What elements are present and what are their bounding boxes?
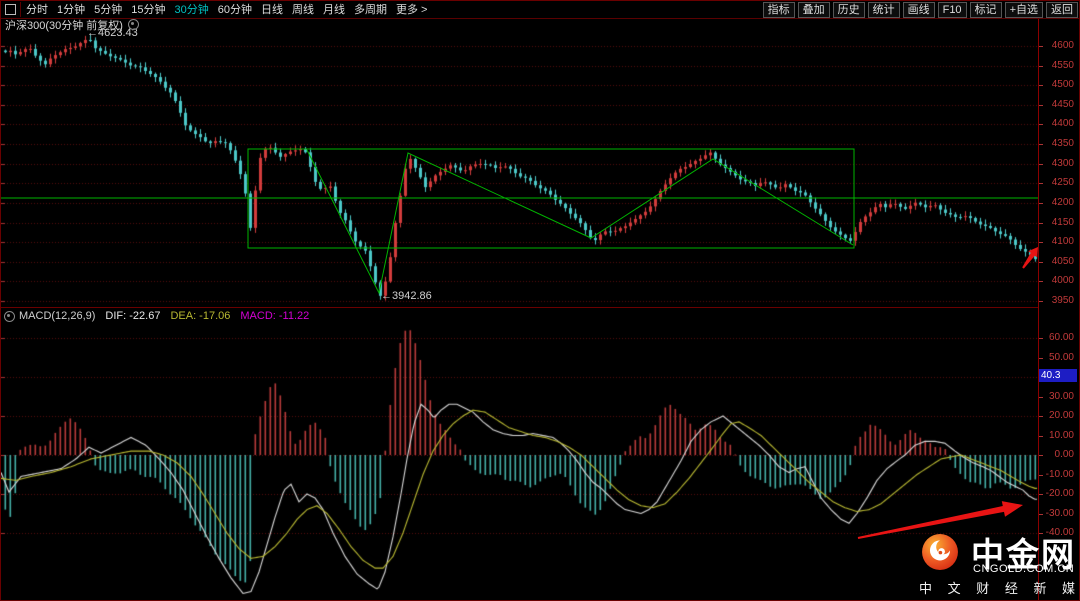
macd-header: MACD(12,26,9) DIF: -22.67 DEA: -17.06 MA… — [1, 307, 1038, 324]
axis-tick — [1039, 223, 1043, 224]
toolbar-period-tabs: 分时 1分钟 5分钟 15分钟 30分钟 60分钟日线周线月线多周期更多 > — [26, 2, 436, 18]
trading-app-window: 分时 1分钟 5分钟 15分钟 30分钟 60分钟日线周线月线多周期更多 > 指标叠加历史… — [0, 0, 1080, 601]
toolbar-separator — [20, 2, 21, 17]
period-tab-10[interactable]: 更多 > — [396, 2, 427, 18]
candle-axis-label: 4000 — [1038, 275, 1074, 286]
chart-title: 沪深300(30分钟 前复权) — [5, 17, 123, 33]
dif-value: DIF: -22.67 — [105, 310, 160, 322]
axis-tick — [1039, 475, 1043, 476]
axis-tick — [1039, 242, 1043, 243]
period-tab-8[interactable]: 月线 — [323, 2, 345, 18]
macd-value: MACD: -11.22 — [240, 310, 309, 322]
macd-axis-label: 50.00 — [1038, 352, 1074, 363]
axis-tick — [1039, 124, 1043, 125]
axis-tick — [1039, 281, 1043, 282]
axis-tick — [1039, 164, 1043, 165]
brand-logo-icon — [921, 533, 959, 571]
axis-tick — [1039, 85, 1043, 86]
axis-tick — [1039, 144, 1043, 145]
candle-axis-label: 4050 — [1038, 256, 1074, 267]
axis-tick — [1039, 203, 1043, 204]
brand-slogan: 中 文 财 经 新 媒 体 — [919, 578, 1080, 597]
axis-tick — [1039, 183, 1043, 184]
tool-button-1[interactable]: 叠加 — [798, 2, 830, 18]
title-collapse-icon[interactable] — [128, 19, 139, 30]
macd-axis-label: 60.00 — [1038, 332, 1074, 343]
axis-tick — [1039, 514, 1043, 515]
macd-axis-label: 0.00 — [1038, 449, 1074, 460]
tool-button-6[interactable]: 标记 — [970, 2, 1002, 18]
candle-axis-label: 4400 — [1038, 118, 1074, 129]
period-tab-6[interactable]: 日线 — [261, 2, 283, 18]
candle-axis-label: 4200 — [1038, 197, 1074, 208]
tool-button-4[interactable]: 画线 — [903, 2, 935, 18]
candle-axis-label: 3950 — [1038, 295, 1074, 306]
tool-button-8[interactable]: 返回 — [1046, 2, 1078, 18]
indicator-name: MACD(12,26,9) — [19, 310, 95, 322]
candle-axis-label: 4600 — [1038, 40, 1074, 51]
tool-button-7[interactable]: +自选 — [1005, 2, 1043, 18]
chart-title-row: 沪深300(30分钟 前复权) — [5, 18, 139, 31]
candle-axis-label: 4300 — [1038, 158, 1074, 169]
axis-tick — [1039, 358, 1043, 359]
candle-axis-label: 4100 — [1038, 236, 1074, 247]
dea-value: DEA: -17.06 — [170, 310, 230, 322]
tool-button-0[interactable]: 指标 — [763, 2, 795, 18]
candle-axis-label: 4150 — [1038, 217, 1074, 228]
period-tab-3[interactable]: 15分钟 — [131, 2, 165, 18]
period-tab-5[interactable]: 60分钟 — [218, 2, 252, 18]
macd-axis-label: -10.00 — [1038, 469, 1074, 480]
axis-tick — [1039, 301, 1043, 302]
axis-tick — [1039, 262, 1043, 263]
period-tab-9[interactable]: 多周期 — [354, 2, 387, 18]
low-price-label: ←3942.86 — [381, 290, 432, 302]
tool-button-5[interactable]: F10 — [938, 2, 967, 18]
axis-tick — [1039, 338, 1043, 339]
window-icon[interactable] — [5, 4, 16, 15]
brand-url: CNGOLD.COM.CN — [973, 563, 1074, 575]
axis-tick — [1039, 66, 1043, 67]
period-tab-2[interactable]: 5分钟 — [94, 2, 122, 18]
toolbar: 分时 1分钟 5分钟 15分钟 30分钟 60分钟日线周线月线多周期更多 > 指标叠加历史… — [1, 1, 1080, 19]
tool-button-2[interactable]: 历史 — [833, 2, 865, 18]
period-tab-7[interactable]: 周线 — [292, 2, 314, 18]
axis-tick — [1039, 46, 1043, 47]
period-tab-1[interactable]: 1分钟 — [57, 2, 85, 18]
axis-tick — [1039, 105, 1043, 106]
axis-tick — [1039, 494, 1043, 495]
macd-axis-label: 10.00 — [1038, 430, 1074, 441]
axis-tick — [1039, 436, 1043, 437]
macd-axis-label: 30.00 — [1038, 391, 1074, 402]
toolbar-tool-buttons: 指标叠加历史统计画线F10标记+自选返回 — [760, 2, 1080, 18]
candle-axis-label: 4250 — [1038, 177, 1074, 188]
period-tab-4[interactable]: 30分钟 — [175, 2, 209, 18]
watermark: 中金网 CNGOLD.COM.CN 中 文 财 经 新 媒 体 — [919, 532, 1080, 600]
candle-axis-label: 4550 — [1038, 60, 1074, 71]
candle-axis-label: 4350 — [1038, 138, 1074, 149]
macd-axis-label: -20.00 — [1038, 488, 1074, 499]
indicator-collapse-icon[interactable] — [4, 311, 15, 322]
axis-value-badge: 40.3 — [1039, 369, 1077, 382]
tool-button-3[interactable]: 统计 — [868, 2, 900, 18]
chart-canvas[interactable] — [1, 1, 1038, 601]
macd-axis-label: 20.00 — [1038, 410, 1074, 421]
candle-axis-label: 4450 — [1038, 99, 1074, 110]
macd-axis-label: -30.00 — [1038, 508, 1074, 519]
axis-tick — [1039, 397, 1043, 398]
candle-axis-label: 4500 — [1038, 79, 1074, 90]
period-tab-0[interactable]: 分时 — [26, 2, 48, 18]
axis-tick — [1039, 455, 1043, 456]
axis-tick — [1039, 416, 1043, 417]
